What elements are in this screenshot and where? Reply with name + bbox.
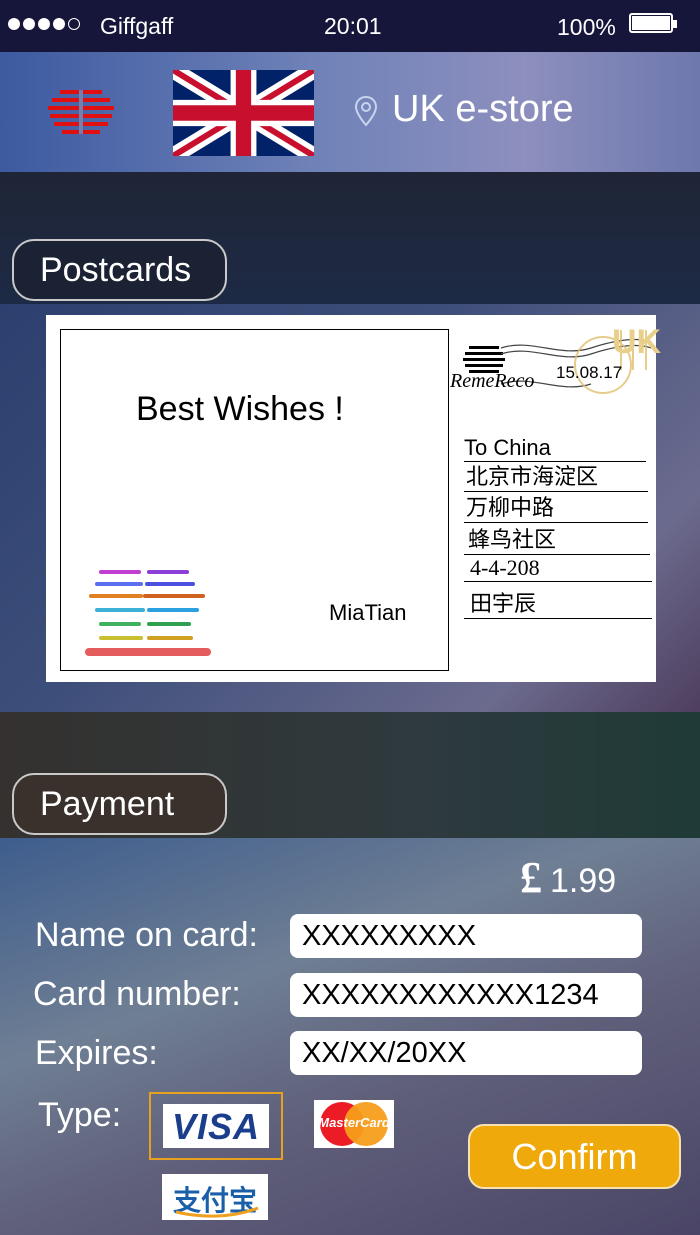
clock: 20:01 — [324, 13, 382, 39]
postmark-date: 15.08.17 — [556, 363, 623, 382]
signal-icon — [8, 18, 80, 30]
uk-flag-icon — [173, 70, 314, 156]
signature-text: MiaTian — [329, 600, 407, 625]
confirm-button[interactable]: Confirm — [468, 1124, 681, 1189]
expires-label: Expires: — [35, 1034, 158, 1072]
address-line: 4-4-208 — [464, 555, 652, 582]
tab-payment[interactable]: Payment — [12, 773, 227, 835]
address-line: 北京市海淀区 — [464, 459, 648, 492]
colorful-doodle-image — [85, 570, 211, 656]
card-number-label: Card number: — [33, 975, 241, 1013]
name-on-card-label: Name on card: — [35, 916, 258, 954]
status-bar: Giffgaff 20:01 100% — [0, 0, 700, 52]
visa-text: VISA — [171, 1106, 261, 1147]
location-pin-icon — [354, 95, 378, 127]
menu-logo-icon[interactable] — [48, 90, 114, 134]
store-title: UK e-store — [392, 88, 574, 130]
brand-text: RemeReco — [450, 370, 535, 392]
address-line: 田宇辰 — [464, 586, 652, 619]
currency-symbol: £ — [520, 853, 542, 902]
postcard-message-area: Best Wishes ! MiaTian — [60, 329, 449, 671]
card-type-label: Type: — [38, 1096, 122, 1134]
expires-field[interactable] — [290, 1031, 642, 1075]
mastercard-option[interactable]: MasterCard — [314, 1100, 394, 1148]
price: £1.99 — [520, 852, 616, 903]
mastercard-text: MasterCard — [318, 1115, 390, 1130]
address-line: 蜂鸟社区 — [464, 522, 650, 555]
visa-option[interactable]: VISA — [149, 1092, 283, 1160]
tab-postcards[interactable]: Postcards — [12, 239, 227, 301]
alipay-swoosh-icon — [175, 1206, 259, 1218]
stamp-uk-text: UK — [612, 323, 662, 361]
carrier-name: Giffgaff — [100, 13, 174, 39]
visa-logo-icon: VISA — [163, 1104, 269, 1148]
postcard-preview[interactable]: Best Wishes ! MiaTian UK RemeReco 15.08.… — [46, 315, 661, 682]
greeting-text: Best Wishes ! — [136, 390, 344, 428]
price-amount: 1.99 — [550, 862, 617, 900]
address-line: To China — [464, 435, 646, 462]
name-on-card-field[interactable] — [290, 914, 642, 958]
alipay-option[interactable]: 支付宝 — [162, 1174, 268, 1220]
battery-percent: 100% — [557, 14, 616, 40]
battery-icon — [629, 13, 677, 33]
card-number-field[interactable] — [290, 973, 642, 1017]
address-line: 万柳中路 — [464, 490, 648, 523]
